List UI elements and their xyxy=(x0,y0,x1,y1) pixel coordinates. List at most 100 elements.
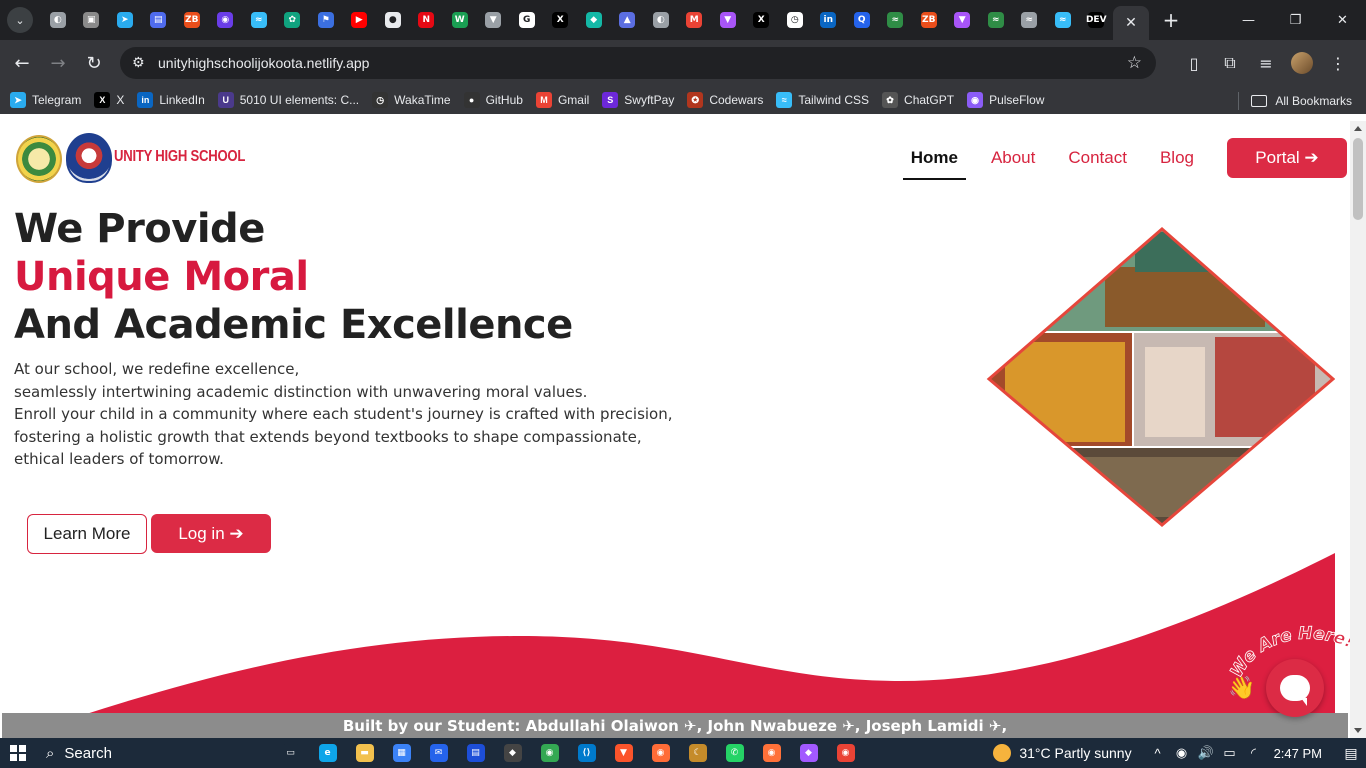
browser-tab[interactable]: ZB xyxy=(175,0,209,40)
taskbar-app[interactable]: ▼ xyxy=(605,738,642,768)
media-control-icon[interactable]: ≡ xyxy=(1248,45,1284,81)
tray-chevron-icon[interactable]: ^ xyxy=(1146,746,1170,761)
browser-tab[interactable]: Q xyxy=(845,0,879,40)
taskbar-app[interactable]: e xyxy=(309,738,346,768)
browser-tab[interactable]: X xyxy=(745,0,779,40)
url-text[interactable]: unityhighschoolijokoota.netlify.app xyxy=(158,55,369,71)
browser-tab[interactable]: ▲ xyxy=(611,0,645,40)
bookmark-item[interactable]: ◉ PulseFlow xyxy=(967,92,1044,108)
clock[interactable]: 2:47 PM xyxy=(1274,746,1322,761)
back-button[interactable]: ← xyxy=(4,45,40,81)
forward-button[interactable]: → xyxy=(40,45,76,81)
taskbar-app[interactable]: ◆ xyxy=(790,738,827,768)
bookmark-item[interactable]: U 5010 UI elements: C... xyxy=(217,92,359,108)
taskbar-search[interactable]: ⌕ Search xyxy=(36,738,236,768)
nav-about[interactable]: About xyxy=(991,138,1035,178)
browser-tab[interactable]: in xyxy=(812,0,846,40)
scroll-thumb[interactable] xyxy=(1353,138,1363,220)
browser-tab[interactable]: DEV xyxy=(1080,0,1114,40)
record-icon[interactable]: ◉ xyxy=(1170,745,1194,761)
all-bookmarks-button[interactable]: All Bookmarks xyxy=(1238,92,1352,110)
new-tab-button[interactable]: + xyxy=(1157,6,1185,34)
chat-widget[interactable]: We Are Here! 👋 xyxy=(1226,621,1357,721)
page-scrollbar[interactable] xyxy=(1350,121,1366,738)
browser-tab[interactable]: ◷ xyxy=(778,0,812,40)
chat-open-button[interactable] xyxy=(1266,659,1324,717)
taskbar-app[interactable]: ▤ xyxy=(457,738,494,768)
bookmark-item[interactable]: ◷ WakaTime xyxy=(372,92,451,108)
bookmark-star-icon[interactable]: ☆ xyxy=(1127,53,1142,73)
school-crest-logo[interactable] xyxy=(66,133,112,183)
minimize-button[interactable]: — xyxy=(1225,0,1272,40)
active-tab-close-button[interactable]: ✕ xyxy=(1113,6,1149,40)
profile-avatar[interactable] xyxy=(1291,52,1313,74)
browser-tab[interactable]: ◐ xyxy=(644,0,678,40)
taskbar-app[interactable]: ▭ xyxy=(272,738,309,768)
taskbar-app[interactable]: ◉ xyxy=(531,738,568,768)
tab-search-button[interactable]: ⌄ xyxy=(7,7,33,33)
state-seal-logo[interactable] xyxy=(16,135,62,183)
close-window-button[interactable]: ✕ xyxy=(1319,0,1366,40)
browser-tab[interactable]: ✿ xyxy=(276,0,310,40)
browser-tab[interactable]: ≈ xyxy=(242,0,276,40)
login-button[interactable]: Log in ➔ xyxy=(151,514,271,553)
browser-tab[interactable]: ▼ xyxy=(946,0,980,40)
taskbar-app[interactable]: ⟨⟩ xyxy=(568,738,605,768)
browser-tab[interactable]: G xyxy=(510,0,544,40)
browser-tab[interactable]: M xyxy=(678,0,712,40)
nav-contact[interactable]: Contact xyxy=(1068,138,1127,178)
browser-tab[interactable]: ➤ xyxy=(108,0,142,40)
scroll-up-icon[interactable] xyxy=(1354,126,1362,131)
taskbar-app[interactable]: ▦ xyxy=(383,738,420,768)
browser-tab[interactable]: ▣ xyxy=(75,0,109,40)
browser-tab[interactable]: ◉ xyxy=(209,0,243,40)
bookmark-item[interactable]: ● GitHub xyxy=(463,92,523,108)
taskbar-app[interactable]: ✉ xyxy=(420,738,457,768)
taskbar-app[interactable]: ◉ xyxy=(827,738,864,768)
browser-tab[interactable]: ▼ xyxy=(477,0,511,40)
bookmark-item[interactable]: ✪ Codewars xyxy=(687,92,763,108)
bookmark-item[interactable]: ✿ ChatGPT xyxy=(882,92,954,108)
bookmark-item[interactable]: S SwyftPay xyxy=(602,92,674,108)
address-bar[interactable]: ⚙ unityhighschoolijokoota.netlify.app ☆ xyxy=(120,47,1156,79)
browser-tab[interactable]: ◐ xyxy=(41,0,75,40)
reload-button[interactable]: ↻ xyxy=(76,45,112,81)
browser-tab[interactable]: ▼ xyxy=(711,0,745,40)
browser-tab[interactable]: ≈ xyxy=(1046,0,1080,40)
nav-blog[interactable]: Blog xyxy=(1160,138,1194,178)
bookmark-item[interactable]: ≈ Tailwind CSS xyxy=(776,92,869,108)
browser-tab[interactable]: ≈ xyxy=(1013,0,1047,40)
browser-tab[interactable]: ≈ xyxy=(979,0,1013,40)
restore-button[interactable]: ❐ xyxy=(1272,0,1319,40)
taskbar-app[interactable]: ✆ xyxy=(716,738,753,768)
taskbar-app[interactable]: ◆ xyxy=(494,738,531,768)
browser-tab[interactable]: ▶ xyxy=(343,0,377,40)
battery-icon[interactable]: ▭ xyxy=(1218,745,1242,761)
menu-kebab-icon[interactable]: ⋮ xyxy=(1320,45,1356,81)
bookmark-item[interactable]: ➤ Telegram xyxy=(10,92,81,108)
taskbar-app[interactable]: ◉ xyxy=(753,738,790,768)
extension-docs-icon[interactable]: ▯ xyxy=(1176,45,1212,81)
start-button[interactable] xyxy=(0,738,36,768)
bookmark-item[interactable]: M Gmail xyxy=(535,92,589,108)
school-name[interactable]: UNITY HIGH SCHOOL xyxy=(114,148,245,166)
site-info-icon[interactable]: ⚙ xyxy=(132,55,152,71)
browser-tab[interactable]: ≈ xyxy=(879,0,913,40)
bookmark-item[interactable]: in LinkedIn xyxy=(137,92,205,108)
extensions-icon[interactable]: ⧉ xyxy=(1212,45,1248,81)
taskbar-app[interactable]: ◉ xyxy=(642,738,679,768)
portal-button[interactable]: Portal ➔ xyxy=(1227,138,1347,178)
browser-tab[interactable]: ● xyxy=(376,0,410,40)
browser-tab[interactable]: ▤ xyxy=(142,0,176,40)
notifications-icon[interactable]: ▤ xyxy=(1336,745,1366,762)
volume-icon[interactable]: 🔊 xyxy=(1194,745,1218,761)
bookmark-item[interactable]: XX xyxy=(94,92,124,108)
browser-tab[interactable]: N xyxy=(410,0,444,40)
nav-home[interactable]: Home xyxy=(902,138,967,180)
browser-tab[interactable]: ⚑ xyxy=(309,0,343,40)
browser-tab[interactable]: W xyxy=(443,0,477,40)
taskbar-app[interactable]: ☾ xyxy=(679,738,716,768)
taskbar-app[interactable]: ▬ xyxy=(346,738,383,768)
browser-tab[interactable]: X xyxy=(544,0,578,40)
wifi-icon[interactable]: ◜ xyxy=(1242,745,1266,761)
